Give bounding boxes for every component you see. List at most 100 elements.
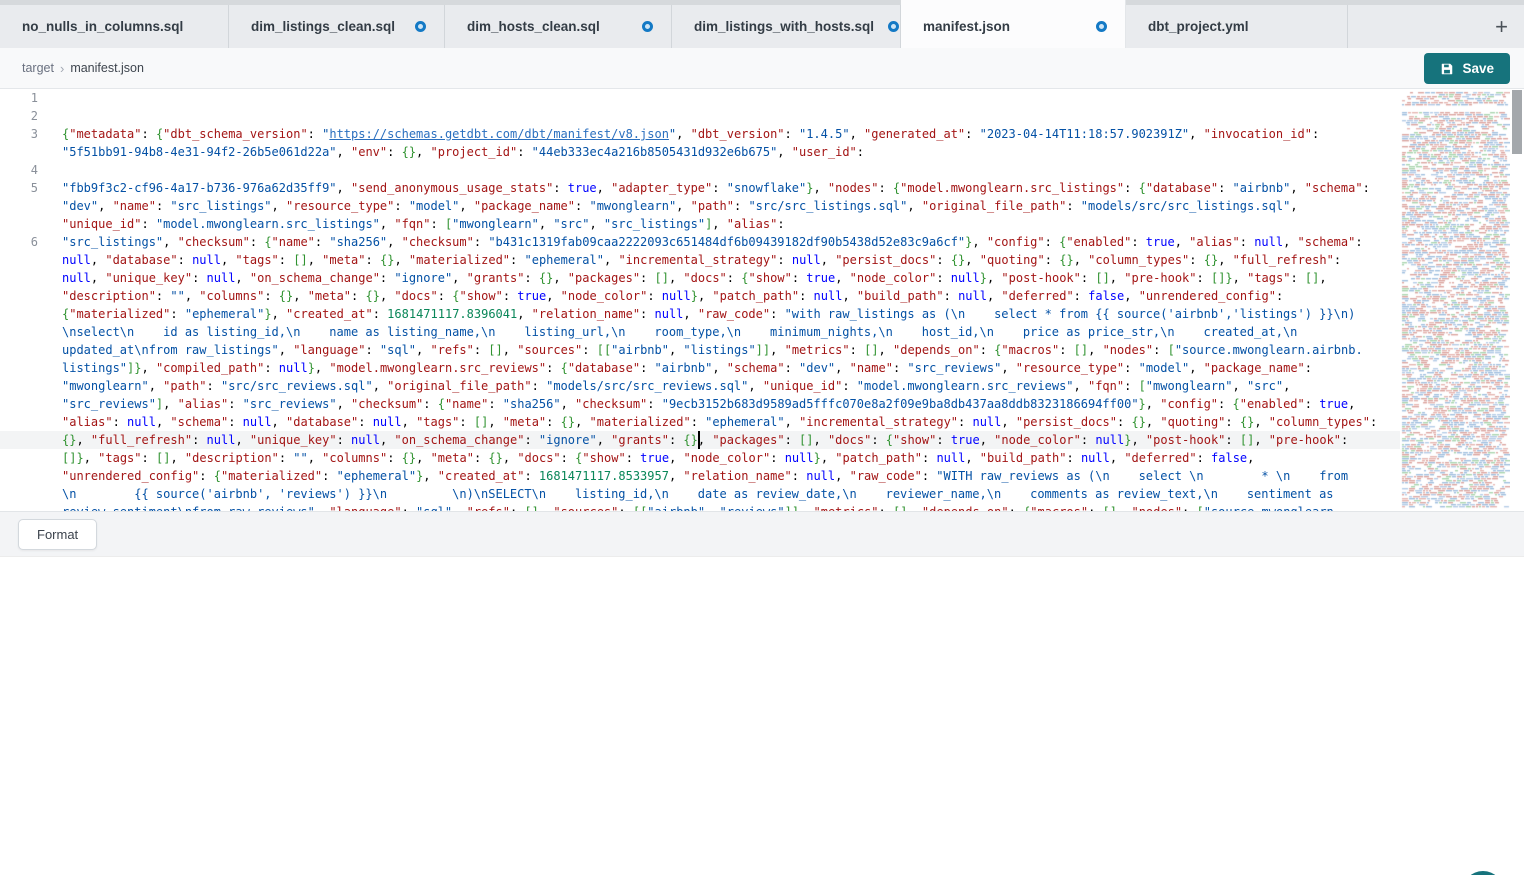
unsaved-changes-dot[interactable] — [1096, 21, 1107, 32]
code-text: review_sentiment\nfrom raw_reviews", "la… — [62, 503, 1341, 511]
code-text: "unique_id": "model.mwonglearn.src_listi… — [62, 215, 785, 233]
minimap[interactable] — [1400, 89, 1510, 511]
code-text: "5f51bb91-94b8-4e31-94f2-26b5e061d22a", … — [62, 143, 864, 161]
line-number — [0, 215, 62, 233]
line-number — [0, 143, 62, 161]
line-number: 2 — [0, 107, 62, 125]
code-text: updated_at\nfrom raw_listings", "languag… — [62, 341, 1363, 359]
format-button[interactable]: Format — [18, 519, 97, 550]
code-text: "src_reviews"], "alias": "src_reviews", … — [62, 395, 1355, 413]
code-text: "src_listings", "checksum": {"name": "sh… — [62, 233, 1363, 251]
tab-no-nulls-in-columns-sql[interactable]: no_nulls_in_columns.sql — [0, 5, 229, 48]
code-line[interactable]: []}, "tags": [], "description": "", "col… — [0, 449, 1410, 467]
line-number — [0, 341, 62, 359]
code-line[interactable]: 1 — [0, 89, 1410, 107]
line-number — [0, 323, 62, 341]
code-line[interactable]: review_sentiment\nfrom raw_reviews", "la… — [0, 503, 1410, 511]
tab-label: manifest.json — [923, 19, 1010, 34]
floppy-disk-icon — [1440, 62, 1454, 76]
line-number — [0, 287, 62, 305]
tab-label: dim_listings_with_hosts.sql — [694, 19, 874, 34]
results-pane — [0, 556, 1524, 875]
line-number — [0, 449, 62, 467]
code-line[interactable]: "5f51bb91-94b8-4e31-94f2-26b5e061d22a", … — [0, 143, 1410, 161]
code-line[interactable]: "description": "", "columns": {}, "meta"… — [0, 287, 1410, 305]
tab-label: dbt_project.yml — [1148, 19, 1249, 34]
line-number: 6 — [0, 233, 62, 251]
code-line[interactable]: "alias": null, "schema": null, "database… — [0, 413, 1410, 431]
format-bar: Format — [0, 511, 1524, 556]
code-text: {"materialized": "ephemeral"}, "created_… — [62, 305, 1355, 323]
tab-manifest-json[interactable]: manifest.json — [901, 0, 1126, 48]
code-line[interactable]: updated_at\nfrom raw_listings", "languag… — [0, 341, 1410, 359]
line-number: 1 — [0, 89, 62, 107]
code-text: \nselect\n id as listing_id,\n name as l… — [62, 323, 1297, 341]
code-line[interactable]: {}, "full_refresh": null, "unique_key": … — [0, 431, 1410, 449]
chevron-right-icon: › — [60, 61, 64, 76]
ide-window: no_nulls_in_columns.sql dim_listings_clea… — [0, 0, 1524, 875]
scrollbar-thumb[interactable] — [1512, 90, 1522, 154]
code-line[interactable]: null, "unique_key": null, "on_schema_cha… — [0, 269, 1410, 287]
line-number — [0, 377, 62, 395]
code-line[interactable]: "dev", "name": "src_listings", "resource… — [0, 197, 1410, 215]
code-line[interactable]: 3{"metadata": {"dbt_schema_version": "ht… — [0, 125, 1410, 143]
save-button-label: Save — [1462, 61, 1494, 76]
code-lines: 123{"metadata": {"dbt_schema_version": "… — [0, 89, 1410, 511]
code-text: null, "database": null, "tags": [], "met… — [62, 251, 1341, 269]
breadcrumb-item-target[interactable]: target — [22, 61, 54, 75]
code-line[interactable]: "unique_id": "model.mwonglearn.src_listi… — [0, 215, 1410, 233]
code-text: "unrendered_config": {"materialized": "e… — [62, 467, 1348, 485]
line-number: 4 — [0, 161, 62, 179]
code-line[interactable]: 2 — [0, 107, 1410, 125]
line-number — [0, 413, 62, 431]
code-line[interactable]: {"materialized": "ephemeral"}, "created_… — [0, 305, 1410, 323]
tab-dim-listings-with-hosts-sql[interactable]: dim_listings_with_hosts.sql — [672, 5, 901, 48]
tab-dim-listings-clean-sql[interactable]: dim_listings_clean.sql — [229, 5, 445, 48]
code-line[interactable]: "unrendered_config": {"materialized": "e… — [0, 467, 1410, 485]
vertical-scrollbar — [1510, 89, 1524, 511]
line-number — [0, 431, 62, 449]
code-line[interactable]: \nselect\n id as listing_id,\n name as l… — [0, 323, 1410, 341]
line-number: 5 — [0, 179, 62, 197]
line-number — [0, 503, 62, 511]
code-line[interactable]: listings"]}, "compiled_path": null}, "mo… — [0, 359, 1410, 377]
line-number — [0, 251, 62, 269]
code-text: \n {{ source('airbnb', 'reviews') }}\n \… — [62, 485, 1334, 503]
plus-icon[interactable]: + — [1479, 16, 1524, 38]
code-text: null, "unique_key": null, "on_schema_cha… — [62, 269, 1327, 287]
text-cursor — [698, 431, 700, 449]
code-text: "dev", "name": "src_listings", "resource… — [62, 197, 1298, 215]
line-number — [0, 359, 62, 377]
line-number: 3 — [0, 125, 62, 143]
line-number — [0, 395, 62, 413]
unsaved-changes-dot[interactable] — [415, 21, 426, 32]
breadcrumb: target › manifest.json — [0, 61, 144, 76]
line-number — [0, 269, 62, 287]
code-line[interactable]: \n {{ source('airbnb', 'reviews') }}\n \… — [0, 485, 1410, 503]
code-text: "mwonglearn", "path": "src/src_reviews.s… — [62, 377, 1290, 395]
unsaved-changes-dot[interactable] — [642, 21, 653, 32]
code-line[interactable]: 5"fbb9f3c2-cf96-4a17-b736-976a62d35ff9",… — [0, 179, 1410, 197]
code-line[interactable]: "src_reviews"], "alias": "src_reviews", … — [0, 395, 1410, 413]
code-editor[interactable]: 123{"metadata": {"dbt_schema_version": "… — [0, 89, 1524, 511]
code-text: listings"]}, "compiled_path": null}, "mo… — [62, 359, 1312, 377]
tab-bar: no_nulls_in_columns.sql dim_listings_clea… — [0, 0, 1524, 48]
line-number — [0, 485, 62, 503]
code-text: "alias": null, "schema": null, "database… — [62, 413, 1377, 431]
line-number — [0, 467, 62, 485]
code-line[interactable]: null, "database": null, "tags": [], "met… — [0, 251, 1410, 269]
code-text: "fbb9f3c2-cf96-4a17-b736-976a62d35ff9", … — [62, 179, 1370, 197]
code-line[interactable]: "mwonglearn", "path": "src/src_reviews.s… — [0, 377, 1410, 395]
line-number — [0, 305, 62, 323]
tab-dim-hosts-clean-sql[interactable]: dim_hosts_clean.sql — [445, 5, 672, 48]
code-line[interactable]: 4 — [0, 161, 1410, 179]
tab-label: no_nulls_in_columns.sql — [22, 19, 183, 34]
code-text: "description": "", "columns": {}, "meta"… — [62, 287, 1283, 305]
unsaved-changes-dot[interactable] — [888, 21, 899, 32]
tab-label: dim_hosts_clean.sql — [467, 19, 600, 34]
code-line[interactable]: 6"src_listings", "checksum": {"name": "s… — [0, 233, 1410, 251]
breadcrumb-item-file: manifest.json — [70, 61, 144, 75]
tab-dbt-project-yml[interactable]: dbt_project.yml — [1126, 5, 1348, 48]
save-button[interactable]: Save — [1424, 53, 1510, 84]
tabs-container: no_nulls_in_columns.sql dim_listings_clea… — [0, 5, 1348, 48]
